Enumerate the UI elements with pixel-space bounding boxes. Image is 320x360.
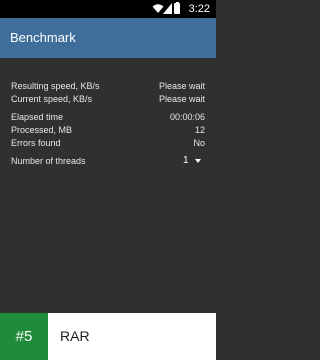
stat-row-errors: Errors found No xyxy=(11,137,205,149)
stat-label: Current speed, KB/s xyxy=(11,94,93,104)
stat-value: Please wait xyxy=(158,94,205,104)
stat-row-current-speed: Current speed, KB/s Please wait xyxy=(11,93,205,105)
stat-value: No xyxy=(193,138,205,148)
stat-row-processed: Processed, MB 12 xyxy=(11,124,205,136)
threads-row: Number of threads 1 xyxy=(11,155,205,167)
rank-badge: #5 xyxy=(0,313,48,360)
signal-icon xyxy=(163,3,172,14)
battery-icon xyxy=(174,1,180,14)
app-banner[interactable]: #5 RAR xyxy=(0,313,216,360)
status-clock: 3:22 xyxy=(188,3,210,15)
dropdown-arrow-icon xyxy=(195,159,201,163)
threads-value: 1 xyxy=(183,155,189,166)
threads-dropdown[interactable]: 1 xyxy=(175,155,205,167)
stat-label: Errors found xyxy=(11,138,61,148)
stat-row-resulting-speed: Resulting speed, KB/s Please wait xyxy=(11,80,205,92)
app-bar-title: Benchmark xyxy=(10,30,76,45)
app-bar: Benchmark xyxy=(0,18,216,58)
stat-label: Elapsed time xyxy=(11,112,64,122)
stat-label: Processed, MB xyxy=(11,125,73,135)
stat-label: Resulting speed, KB/s xyxy=(11,81,100,91)
stat-value: 00:00:06 xyxy=(169,112,205,122)
benchmark-panel: Resulting speed, KB/s Please wait Curren… xyxy=(0,58,216,308)
threads-label: Number of threads xyxy=(11,156,86,166)
stat-row-elapsed-time: Elapsed time 00:00:06 xyxy=(11,111,205,123)
status-bar: 3:22 xyxy=(0,0,216,18)
stat-value: 12 xyxy=(194,125,205,135)
banner-app-name: RAR xyxy=(60,328,90,344)
stat-value: Please wait xyxy=(158,81,205,91)
